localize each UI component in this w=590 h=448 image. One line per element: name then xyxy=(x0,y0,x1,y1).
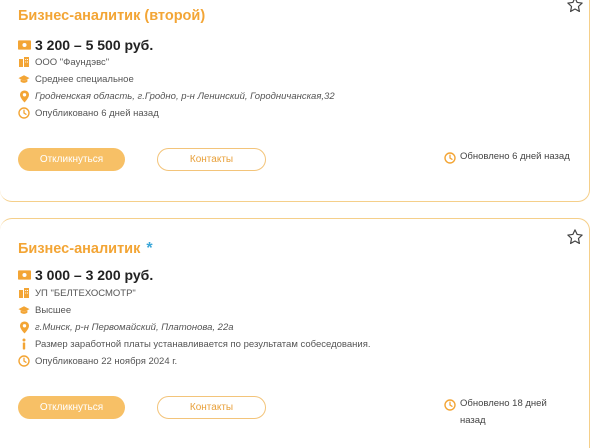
building-icon xyxy=(18,287,30,299)
published-row: Опубликовано 22 ноября 2024 г. xyxy=(18,355,177,367)
clock-icon xyxy=(18,107,30,119)
address-row: г.Минск, р-н Первомайский, Платонова, 22… xyxy=(18,321,234,333)
info-icon xyxy=(18,338,30,350)
building-icon xyxy=(18,56,30,68)
education-text: Высшее xyxy=(35,304,72,316)
contacts-button[interactable]: Контакты xyxy=(157,396,266,419)
star-icon[interactable] xyxy=(566,228,584,246)
company-row: ООО "Фаундэвс" xyxy=(18,56,109,68)
published-row: Опубликовано 6 дней назад xyxy=(18,107,159,119)
salary-text: 3 200 – 5 500 руб. xyxy=(35,37,154,53)
respond-button[interactable]: Откликнуться xyxy=(18,396,125,419)
money-icon xyxy=(18,270,31,280)
vacancy-title[interactable]: Бизнес-аналитик (второй) xyxy=(18,8,205,24)
company-name[interactable]: ООО "Фаундэвс" xyxy=(35,57,109,68)
updated-text: Обновлено 18 дней назад xyxy=(460,398,547,426)
education-row: Высшее xyxy=(18,304,71,316)
updated-info: Обновлено 6 дней назад xyxy=(444,151,570,165)
graduation-cap-icon xyxy=(18,304,30,316)
salary-note-row: Размер заработной платы устанавливается … xyxy=(18,338,370,350)
salary-note-text: Размер заработной платы устанавливается … xyxy=(35,338,371,350)
salary: 3 000 – 3 200 руб. xyxy=(18,267,153,283)
published-text: Опубликовано 6 дней назад xyxy=(35,107,159,119)
money-icon xyxy=(18,40,31,50)
location-pin-icon xyxy=(18,90,30,102)
respond-button[interactable]: Откликнуться xyxy=(18,148,125,171)
vacancy-card: Бизнес-аналитик (второй) 3 200 – 5 500 р… xyxy=(0,0,590,202)
location-pin-icon xyxy=(18,321,30,333)
star-icon[interactable] xyxy=(566,0,584,14)
snowflake-badge: * xyxy=(146,240,153,257)
salary-text: 3 000 – 3 200 руб. xyxy=(35,267,154,283)
vacancy-title[interactable]: Бизнес-аналитик xyxy=(18,241,140,257)
salary: 3 200 – 5 500 руб. xyxy=(18,37,153,53)
education-text: Среднее специальное xyxy=(35,73,134,85)
clock-icon xyxy=(444,152,456,164)
vacancy-title-row: Бизнес-аналитик * xyxy=(18,240,153,258)
address-row: Гродненская область, г.Гродно, р-н Ленин… xyxy=(18,90,335,102)
address-text: г.Минск, р-н Первомайский, Платонова, 22… xyxy=(35,321,234,333)
address-text: Гродненская область, г.Гродно, р-н Ленин… xyxy=(35,90,335,102)
company-row: УП "БЕЛТЕХОСМОТР" xyxy=(18,287,136,299)
vacancy-card: Бизнес-аналитик * 3 000 – 3 200 руб. УП … xyxy=(0,218,590,448)
published-text: Опубликовано 22 ноября 2024 г. xyxy=(35,355,178,367)
clock-icon xyxy=(18,355,30,367)
contacts-button[interactable]: Контакты xyxy=(157,148,266,171)
graduation-cap-icon xyxy=(18,73,30,85)
updated-text: Обновлено 6 дней назад xyxy=(460,151,570,162)
education-row: Среднее специальное xyxy=(18,73,134,85)
updated-info: Обновлено 18 дней назад xyxy=(444,398,570,429)
company-name[interactable]: УП "БЕЛТЕХОСМОТР" xyxy=(35,288,136,299)
clock-icon xyxy=(444,399,456,411)
